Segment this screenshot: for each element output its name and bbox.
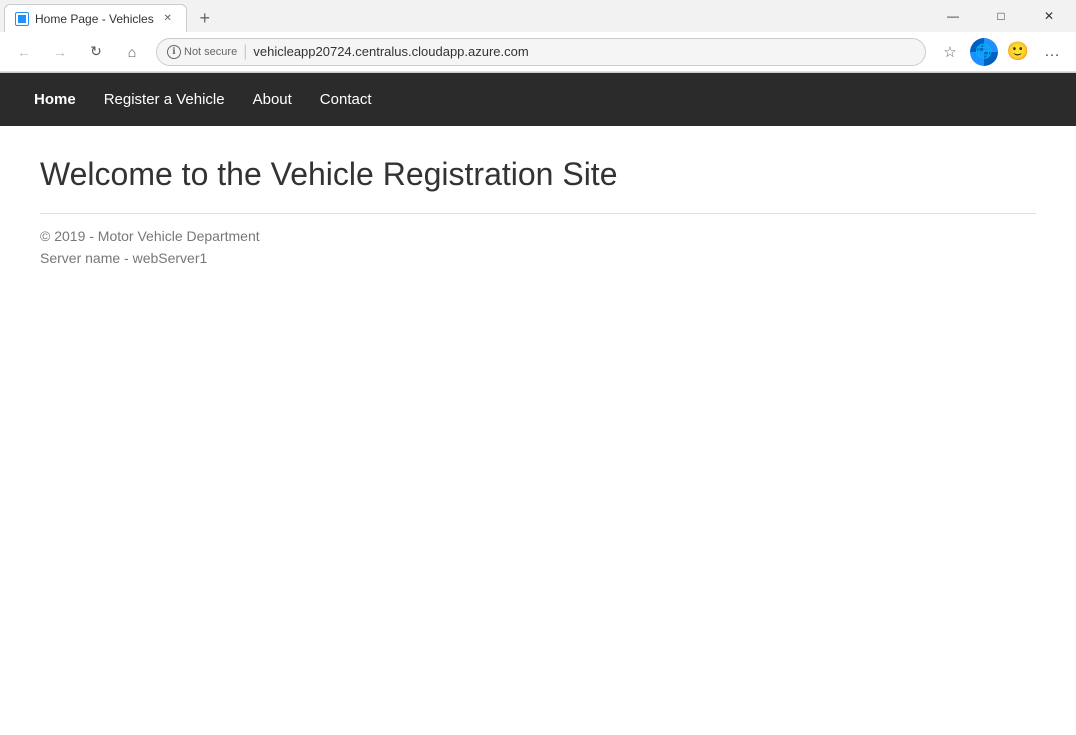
security-label: Not secure <box>184 46 237 58</box>
footer-divider <box>40 213 1036 214</box>
site-main-content: Welcome to the Vehicle Registration Site… <box>0 126 1076 302</box>
tab-favicon <box>15 12 29 26</box>
navigation-bar: ← → ↻ ⌂ ℹ Not secure | ☆ 🌐 🙂 … <box>0 32 1076 72</box>
page-heading: Welcome to the Vehicle Registration Site <box>40 156 1036 193</box>
menu-button[interactable]: … <box>1036 36 1068 68</box>
maximize-button[interactable]: □ <box>978 0 1024 32</box>
tab-close-button[interactable]: ✕ <box>160 11 176 27</box>
address-input[interactable] <box>253 44 915 59</box>
home-button[interactable]: ⌂ <box>116 36 148 68</box>
new-tab-button[interactable]: + <box>191 4 219 32</box>
extensions-button[interactable]: 🌐 <box>968 36 1000 68</box>
window-controls: — □ ✕ <box>930 0 1072 32</box>
emoji-button[interactable]: 🙂 <box>1002 36 1034 68</box>
refresh-button[interactable]: ↻ <box>80 36 112 68</box>
lock-icon: ℹ <box>167 45 181 59</box>
back-button[interactable]: ← <box>8 36 40 68</box>
nav-link-register-a-vehicle[interactable]: Register a Vehicle <box>90 75 239 124</box>
active-tab[interactable]: Home Page - Vehicles ✕ <box>4 4 187 32</box>
site-nav: HomeRegister a VehicleAboutContact <box>0 73 1076 126</box>
close-button[interactable]: ✕ <box>1026 0 1072 32</box>
copyright-text: © 2019 - Motor Vehicle Department <box>40 228 260 244</box>
tab-strip: Home Page - Vehicles ✕ + <box>4 0 930 32</box>
star-icon: ☆ <box>943 43 956 61</box>
globe-icon: 🌐 <box>970 38 998 66</box>
title-bar: Home Page - Vehicles ✕ + — □ ✕ <box>0 0 1076 32</box>
address-divider: | <box>243 43 247 61</box>
tab-title: Home Page - Vehicles <box>35 12 154 26</box>
nav-icons: ☆ 🌐 🙂 … <box>934 36 1068 68</box>
emoji-icon: 🙂 <box>1007 41 1029 62</box>
security-icon: ℹ Not secure <box>167 45 237 59</box>
website-content: HomeRegister a VehicleAboutContact Welco… <box>0 73 1076 302</box>
nav-link-contact[interactable]: Contact <box>306 75 386 124</box>
forward-button[interactable]: → <box>44 36 76 68</box>
browser-chrome: Home Page - Vehicles ✕ + — □ ✕ ← → ↻ ⌂ ℹ… <box>0 0 1076 73</box>
menu-icon: … <box>1044 43 1060 61</box>
minimize-button[interactable]: — <box>930 0 976 32</box>
favorites-button[interactable]: ☆ <box>934 36 966 68</box>
footer-server: Server name - webServer1 <box>40 250 1036 266</box>
footer-copyright: © 2019 - Motor Vehicle Department <box>40 228 1036 244</box>
nav-link-home[interactable]: Home <box>20 75 90 124</box>
address-bar-container[interactable]: ℹ Not secure | <box>156 38 926 66</box>
nav-link-about[interactable]: About <box>239 75 306 124</box>
